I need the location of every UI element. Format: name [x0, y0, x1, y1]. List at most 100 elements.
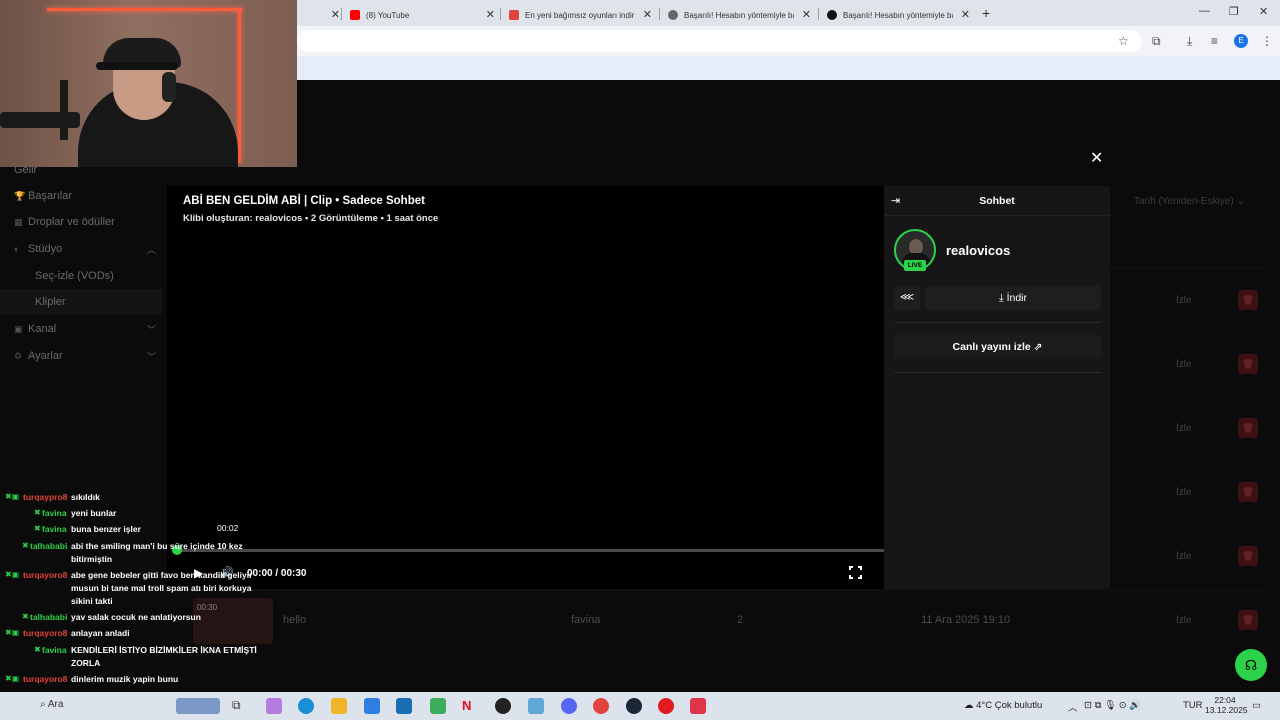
- app-icon[interactable]: [658, 698, 674, 714]
- sidebar-item-ayarlar[interactable]: ⚙ Ayarlar ﹀: [14, 350, 164, 362]
- close-tab-icon[interactable]: ✕: [331, 8, 340, 21]
- youtube-icon: [350, 10, 360, 20]
- chat-username[interactable]: turqayoro8: [23, 570, 67, 580]
- steam-icon[interactable]: [626, 698, 642, 714]
- chat-username[interactable]: favina: [42, 508, 67, 518]
- minimize-icon[interactable]: —: [1199, 5, 1210, 17]
- sidebar-item-basarilar[interactable]: 🏆 Başarılar: [14, 190, 72, 202]
- sidebar-subitem-vods[interactable]: Seç-izle (VODs): [35, 270, 114, 282]
- trash-icon[interactable]: 🗑: [1238, 354, 1258, 374]
- watch-link[interactable]: İzle: [1176, 551, 1192, 562]
- chat-username[interactable]: talhababi: [30, 612, 67, 622]
- trash-icon[interactable]: 🗑: [1238, 482, 1258, 502]
- chat-username[interactable]: talhababi: [30, 541, 67, 551]
- watch-link[interactable]: İzle: [1176, 295, 1192, 306]
- row-creator: favina: [571, 614, 601, 626]
- download-button[interactable]: ⤓ İndir: [925, 286, 1101, 310]
- tab-indie-games[interactable]: En yeni bağımsız oyunları indir ✕: [509, 4, 652, 26]
- sort-dropdown[interactable]: Tarih (Yeniden-Eskiye) ⌄: [1134, 196, 1245, 207]
- close-tab-icon[interactable]: ✕: [486, 8, 495, 21]
- trash-icon[interactable]: 🗑: [1238, 546, 1258, 566]
- tab-separator: [341, 8, 342, 20]
- tab-separator: [818, 8, 819, 20]
- task-view-icon[interactable]: ⧉: [232, 698, 248, 714]
- extensions-icon[interactable]: ⧉: [1152, 34, 1161, 49]
- close-window-icon[interactable]: ✕: [1259, 5, 1268, 18]
- bookmark-star-icon[interactable]: ☆: [1118, 34, 1129, 48]
- outlook-icon[interactable]: [396, 698, 412, 714]
- app-icon[interactable]: [690, 698, 706, 714]
- chat-username[interactable]: turqayoro8: [23, 674, 67, 684]
- streamer-name[interactable]: realovicos: [946, 243, 1010, 258]
- external-link-icon: ⇗: [1033, 341, 1043, 353]
- browser-tab-partial[interactable]: ✕: [300, 4, 340, 26]
- file-explorer-icon[interactable]: [331, 698, 347, 714]
- watch-link[interactable]: İzle: [1176, 359, 1192, 370]
- progress-bar[interactable]: [172, 545, 884, 555]
- chat-message: musun bi tane mal troll spam atı biri ko…: [71, 583, 252, 593]
- copilot-icon[interactable]: [266, 698, 282, 714]
- netflix-icon[interactable]: N: [462, 698, 478, 714]
- restore-icon[interactable]: ❐: [1229, 5, 1239, 18]
- sidebar-item-kanal[interactable]: ▣ Kanal ﹀: [14, 323, 164, 335]
- new-tab-button[interactable]: +: [982, 5, 990, 21]
- row-date: 11 Ara 2025 19:10: [921, 614, 1011, 626]
- watch-link[interactable]: İzle: [1176, 423, 1192, 434]
- taskbar-search[interactable]: ⌕ Ara: [40, 699, 63, 710]
- trash-icon[interactable]: 🗑: [1238, 290, 1258, 310]
- chat-username[interactable]: turqaypro8: [23, 492, 67, 502]
- download-icon[interactable]: ⤓: [1187, 34, 1192, 49]
- share-button[interactable]: ⋘: [894, 286, 920, 310]
- video-player[interactable]: [167, 186, 884, 589]
- tab-success-1[interactable]: Başarılı! Hesabın yöntemiyle bağ ✕: [668, 4, 811, 26]
- edge-icon[interactable]: [298, 698, 314, 714]
- clip-meta: Klibi oluşturan: realovicos • 2 Görüntül…: [183, 213, 439, 224]
- discord-icon[interactable]: [561, 698, 577, 714]
- moderator-badge-icon: ✖▣: [5, 492, 20, 501]
- address-input[interactable]: [297, 30, 1142, 52]
- chevron-up-icon[interactable]: ︿: [1068, 700, 1078, 714]
- chat-username[interactable]: favina: [42, 524, 67, 534]
- watch-link[interactable]: İzle: [1176, 615, 1192, 626]
- menu-kebab-icon[interactable]: ⋮: [1261, 34, 1273, 48]
- search-highlight-icon[interactable]: [176, 698, 220, 714]
- clock[interactable]: 22:04 13.12.2025: [1205, 695, 1248, 715]
- app-icon[interactable]: [430, 698, 446, 714]
- tab-success-2[interactable]: Başarılı! Hesabın yöntemiyle bağ ✕: [827, 4, 970, 26]
- language-indicator[interactable]: TUR: [1183, 700, 1203, 711]
- sidebar-subitem-klipler[interactable]: Klipler: [35, 296, 66, 308]
- close-tab-icon[interactable]: ✕: [643, 8, 652, 21]
- weather-widget[interactable]: ☁ 4°C Çok bulutlu: [964, 700, 1042, 711]
- fullscreen-icon[interactable]: [848, 565, 863, 580]
- chat-username[interactable]: turqayoro8: [23, 628, 67, 638]
- led-strip: [47, 8, 242, 11]
- chrome-icon[interactable]: [593, 698, 609, 714]
- chat-message: ZORLA: [71, 658, 101, 668]
- app-icon[interactable]: [528, 698, 544, 714]
- store-icon[interactable]: [364, 698, 380, 714]
- sidebar-item-label: Ayarlar: [28, 350, 63, 362]
- close-tab-icon[interactable]: ✕: [802, 8, 811, 21]
- chat-username[interactable]: favina: [42, 645, 67, 655]
- sidebar-item-droplar[interactable]: ▦ Droplar ve ödüller: [14, 216, 115, 228]
- tab-label: En yeni bağımsız oyunları indir: [525, 10, 635, 20]
- tab-separator: [500, 8, 501, 20]
- profile-avatar[interactable]: E: [1234, 34, 1248, 48]
- tray-icons[interactable]: ⊡ ⧉ 🎙 ⊙ 🔊: [1084, 700, 1141, 711]
- notifications-icon[interactable]: ▭: [1252, 700, 1261, 711]
- trash-icon[interactable]: 🗑: [1238, 418, 1258, 438]
- sidebar-item-label: Kanal: [28, 323, 57, 335]
- tab-youtube[interactable]: (8) YouTube ✕: [350, 4, 495, 26]
- app-icon[interactable]: [495, 698, 511, 714]
- close-tab-icon[interactable]: ✕: [961, 8, 970, 21]
- chat-message: dinlerim muzik yapin bunu: [71, 674, 179, 684]
- watch-live-button[interactable]: Canlı yayını izle ⇗: [894, 335, 1101, 359]
- modal-close-icon[interactable]: ✕: [1090, 148, 1103, 168]
- channel-icon: ▣: [14, 323, 23, 334]
- watch-link[interactable]: İzle: [1176, 487, 1192, 498]
- support-chat-button[interactable]: ☊: [1235, 649, 1267, 681]
- trash-icon[interactable]: 🗑: [1238, 610, 1258, 630]
- chevron-down-icon: ﹀: [146, 351, 156, 362]
- reading-list-icon[interactable]: ≡: [1211, 34, 1218, 48]
- sidebar-item-studyo[interactable]: ◐ Stüdyo ︿: [14, 243, 164, 255]
